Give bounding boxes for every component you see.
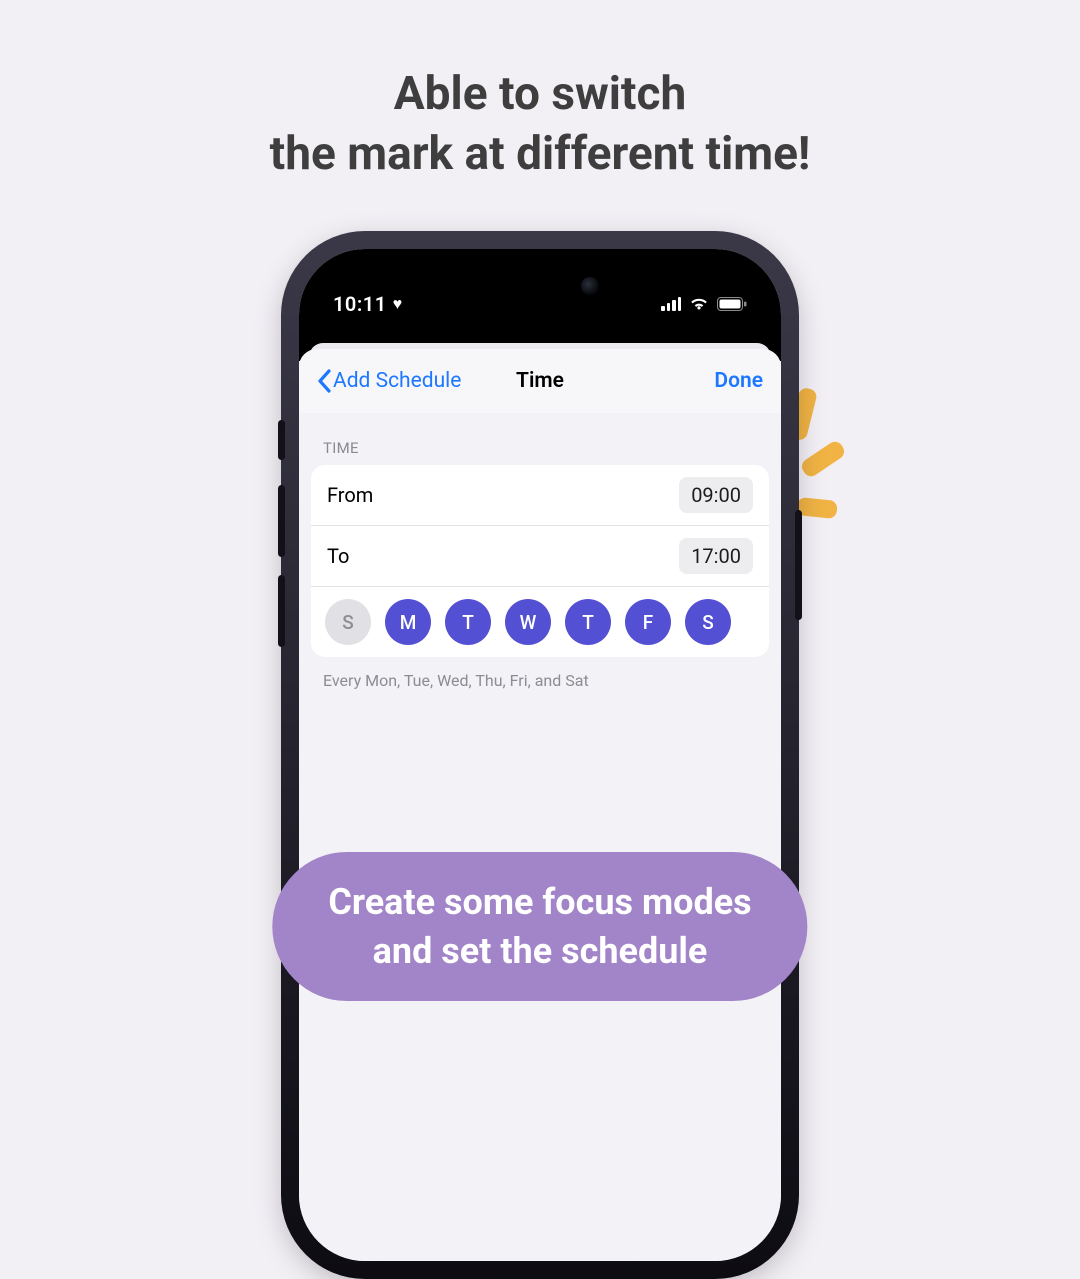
day-toggle-1[interactable]: M [385, 599, 431, 645]
to-time-value[interactable]: 17:00 [679, 538, 753, 574]
from-row[interactable]: From 09:00 [311, 465, 769, 525]
days-row: SMTWTFS [311, 586, 769, 657]
promo-headline-line1: Able to switch [394, 67, 686, 121]
status-indicators [661, 297, 747, 311]
phone-frame: 10:11 ♥ Add Schedule [285, 235, 795, 1275]
promo-caption-line1: Create some focus modes [328, 881, 751, 923]
nav-bar: Add Schedule Time Done [299, 349, 781, 413]
wifi-icon [689, 297, 709, 311]
chevron-left-icon [317, 369, 331, 393]
back-button-label: Add Schedule [333, 369, 461, 393]
day-toggle-0[interactable]: S [325, 599, 371, 645]
done-button[interactable]: Done [714, 369, 763, 393]
from-label: From [327, 483, 373, 507]
promo-caption-line2: and set the schedule [328, 927, 751, 976]
day-toggle-2[interactable]: T [445, 599, 491, 645]
promo-headline-line2: the mark at different time! [270, 127, 811, 181]
status-time-group: 10:11 ♥ [333, 292, 403, 316]
battery-icon [717, 297, 747, 311]
phone-side-button [278, 575, 285, 647]
dynamic-island [465, 265, 615, 307]
section-header-time: TIME [299, 413, 781, 465]
phone-side-button [795, 510, 802, 620]
cellular-signal-icon [661, 297, 681, 311]
accent-stroke-icon [796, 497, 838, 519]
day-toggle-4[interactable]: T [565, 599, 611, 645]
heart-icon: ♥ [393, 296, 403, 312]
schedule-summary: Every Mon, Tue, Wed, Thu, Fri, and Sat [299, 657, 781, 704]
day-toggle-6[interactable]: S [685, 599, 731, 645]
phone-side-button [278, 485, 285, 557]
back-button[interactable]: Add Schedule [317, 369, 461, 393]
to-row[interactable]: To 17:00 [311, 525, 769, 586]
day-toggle-5[interactable]: F [625, 599, 671, 645]
phone-side-button [278, 420, 285, 460]
promo-headline: Able to switch the mark at different tim… [0, 65, 1080, 185]
day-toggle-3[interactable]: W [505, 599, 551, 645]
modal-sheet: Add Schedule Time Done TIME From 09:00 T… [299, 349, 781, 1261]
promo-caption: Create some focus modes and set the sche… [272, 852, 807, 1001]
status-time: 10:11 [333, 292, 387, 316]
to-label: To [327, 544, 349, 568]
time-card: From 09:00 To 17:00 SMTWTFS [311, 465, 769, 657]
phone-screen: 10:11 ♥ Add Schedule [299, 249, 781, 1261]
accent-stroke-icon [799, 439, 847, 480]
from-time-value[interactable]: 09:00 [679, 477, 753, 513]
